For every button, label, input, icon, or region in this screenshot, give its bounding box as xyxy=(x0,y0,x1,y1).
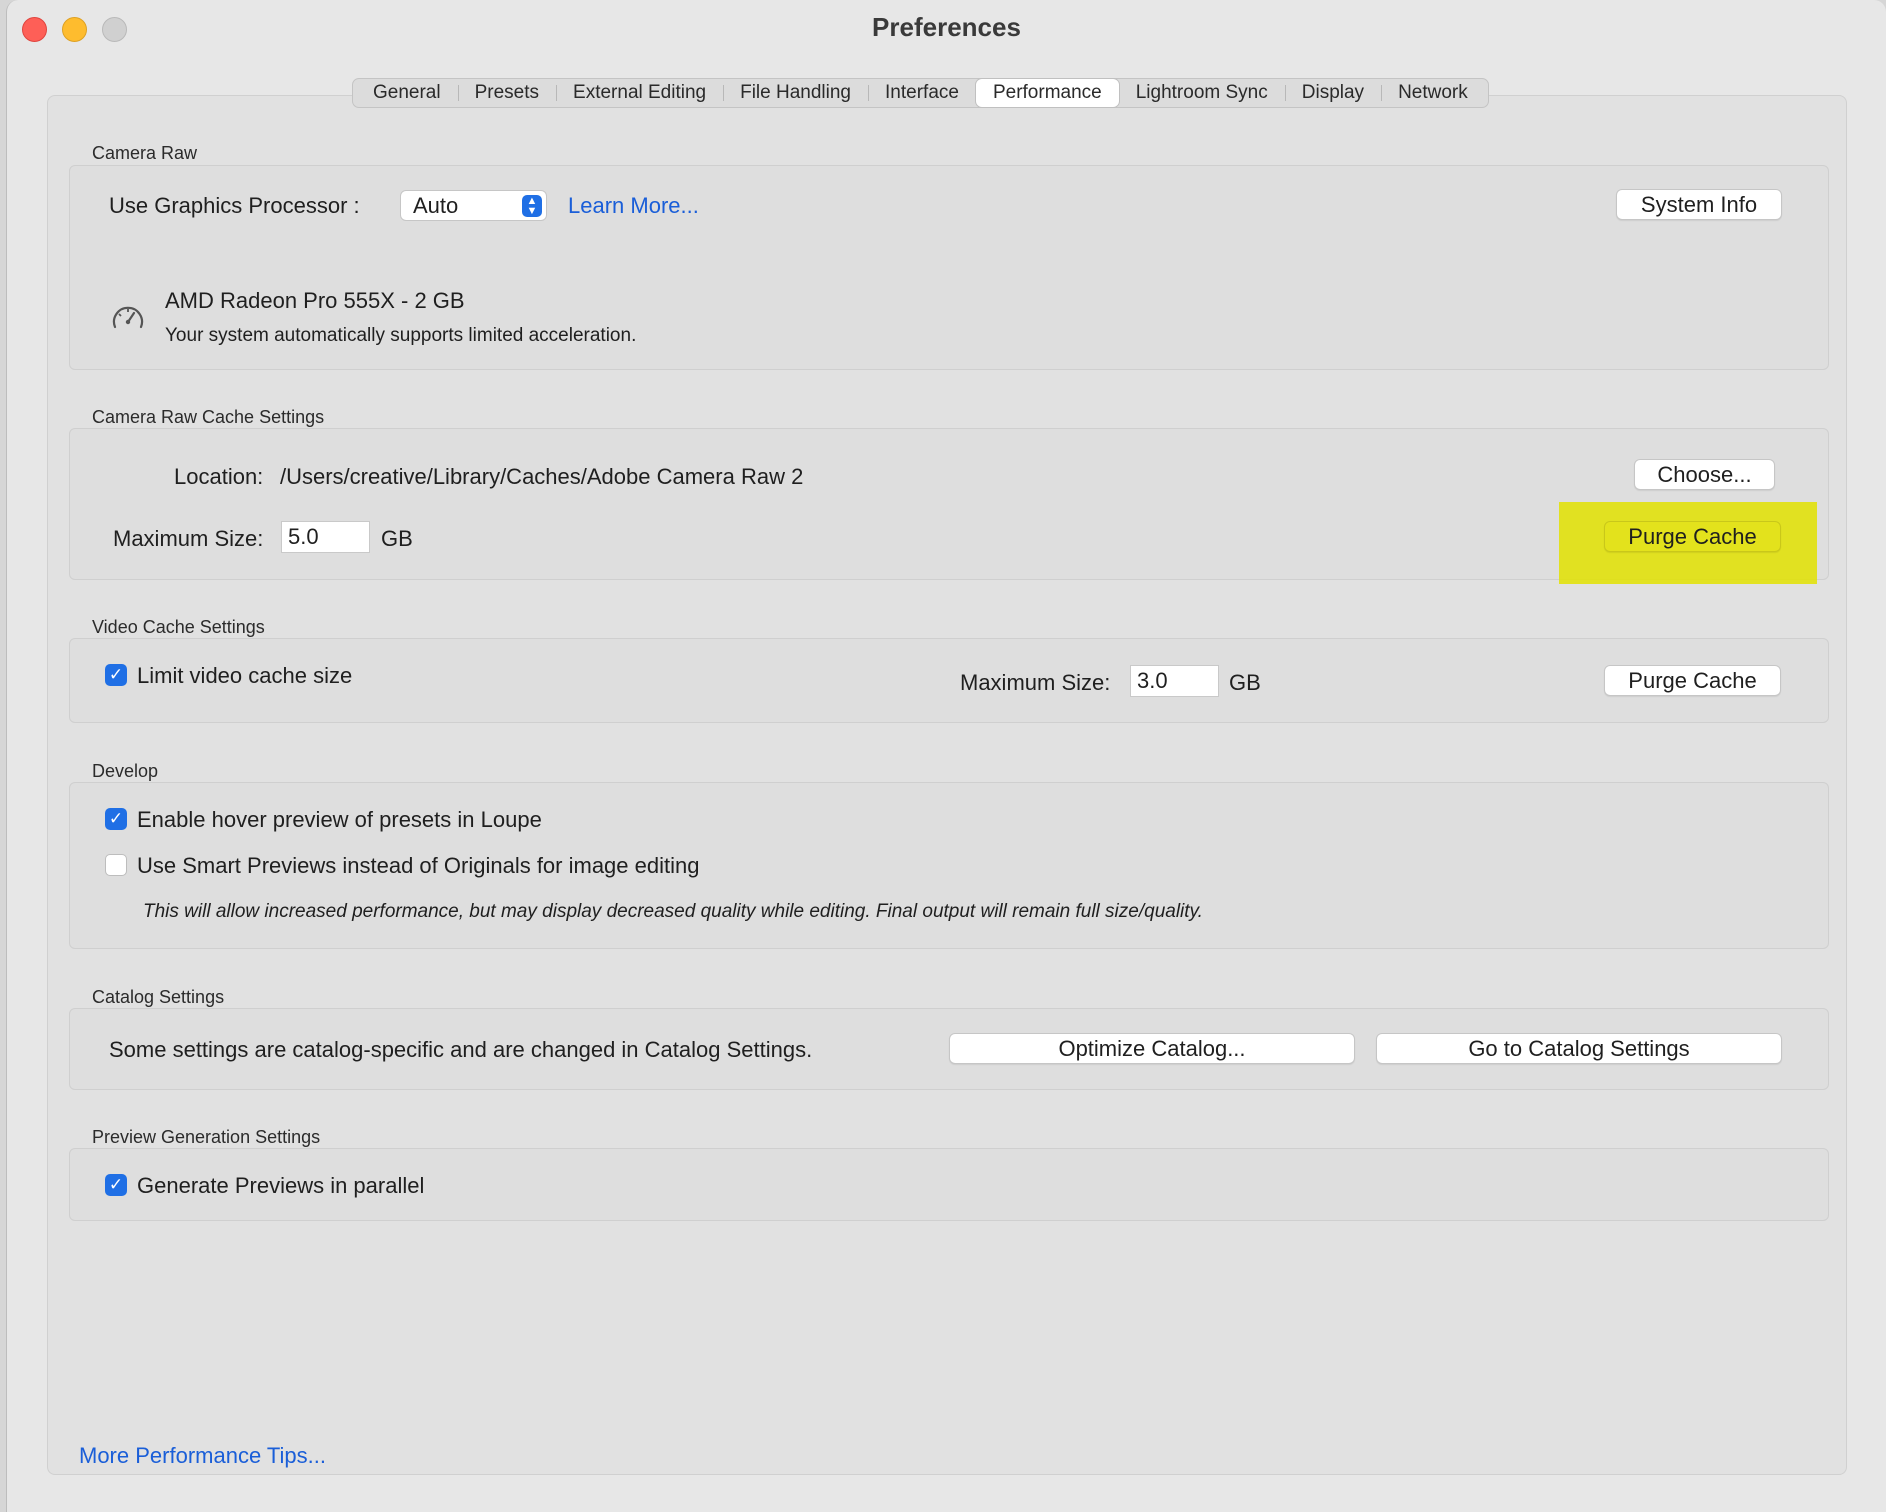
limit-video-cache-label: Limit video cache size xyxy=(137,663,353,688)
tab-network[interactable]: Network xyxy=(1381,79,1485,107)
limit-video-cache-checkbox[interactable]: ✓ xyxy=(105,664,127,686)
preferences-window: Preferences General Presets External Edi… xyxy=(6,0,1886,1512)
optimize-catalog-button[interactable]: Optimize Catalog... xyxy=(949,1033,1355,1064)
title-bar: Preferences xyxy=(7,0,1886,60)
generate-previews-parallel-label: Generate Previews in parallel xyxy=(137,1173,425,1198)
speedometer-icon xyxy=(110,300,146,336)
develop-section-label: Develop xyxy=(92,761,159,781)
purge-video-cache-button[interactable]: Purge Cache xyxy=(1604,665,1781,696)
tab-performance[interactable]: Performance xyxy=(975,79,1119,107)
preferences-tabbar: General Presets External Editing File Ha… xyxy=(352,78,1489,108)
tab-presets[interactable]: Presets xyxy=(457,79,556,107)
system-info-button[interactable]: System Info xyxy=(1616,189,1782,220)
window-title: Preferences xyxy=(872,12,1021,42)
gpu-name: AMD Radeon Pro 555X - 2 GB xyxy=(165,288,465,313)
tab-display[interactable]: Display xyxy=(1284,79,1381,107)
video-cache-unit: GB xyxy=(1229,670,1261,695)
checkmark-icon: ✓ xyxy=(108,809,124,828)
gpu-label: Use Graphics Processor : xyxy=(109,193,360,218)
preview-section-label: Preview Generation Settings xyxy=(92,1127,321,1147)
cache-location-label: Location: xyxy=(174,464,264,489)
smart-previews-label: Use Smart Previews instead of Originals … xyxy=(137,853,700,878)
tab-lightroom-sync[interactable]: Lightroom Sync xyxy=(1119,79,1285,107)
catalog-section-label: Catalog Settings xyxy=(92,987,225,1007)
tab-interface[interactable]: Interface xyxy=(868,79,976,107)
catalog-description: Some settings are catalog-specific and a… xyxy=(109,1037,813,1062)
video-cache-max-size-input[interactable]: 3.0 xyxy=(1130,665,1219,697)
raw-cache-max-size-input[interactable]: 5.0 xyxy=(281,521,370,553)
tab-file-handling[interactable]: File Handling xyxy=(723,79,868,107)
purge-raw-cache-button[interactable]: Purge Cache xyxy=(1604,521,1781,552)
gpu-status: Your system automatically supports limit… xyxy=(165,325,637,346)
smart-previews-checkbox[interactable] xyxy=(105,854,127,876)
tab-external-editing[interactable]: External Editing xyxy=(556,79,723,107)
tab-general[interactable]: General xyxy=(356,79,458,107)
smart-previews-note: This will allow increased performance, b… xyxy=(143,901,1203,922)
video-cache-max-size-label: Maximum Size: xyxy=(960,670,1111,695)
more-performance-tips-link[interactable]: More Performance Tips... xyxy=(79,1443,326,1469)
generate-previews-parallel-checkbox[interactable]: ✓ xyxy=(105,1174,127,1196)
raw-cache-unit: GB xyxy=(381,526,413,551)
hover-preview-label: Enable hover preview of presets in Loupe xyxy=(137,807,542,832)
go-to-catalog-settings-button[interactable]: Go to Catalog Settings xyxy=(1376,1033,1782,1064)
gpu-select[interactable]: Auto ▲ ▼ xyxy=(400,190,547,221)
camera-raw-section-label: Camera Raw xyxy=(92,143,198,163)
checkmark-icon: ✓ xyxy=(108,665,124,684)
raw-cache-max-size-label: Maximum Size: xyxy=(113,526,264,551)
chevron-updown-icon: ▲ ▼ xyxy=(522,195,542,217)
video-cache-section-label: Video Cache Settings xyxy=(92,617,265,637)
gpu-select-value: Auto xyxy=(413,193,459,218)
learn-more-link[interactable]: Learn More... xyxy=(568,193,699,219)
hover-preview-checkbox[interactable]: ✓ xyxy=(105,808,127,830)
cache-location-value: /Users/creative/Library/Caches/Adobe Cam… xyxy=(280,464,804,489)
raw-cache-section-label: Camera Raw Cache Settings xyxy=(92,407,325,427)
choose-location-button[interactable]: Choose... xyxy=(1634,459,1775,490)
checkmark-icon: ✓ xyxy=(108,1175,124,1194)
